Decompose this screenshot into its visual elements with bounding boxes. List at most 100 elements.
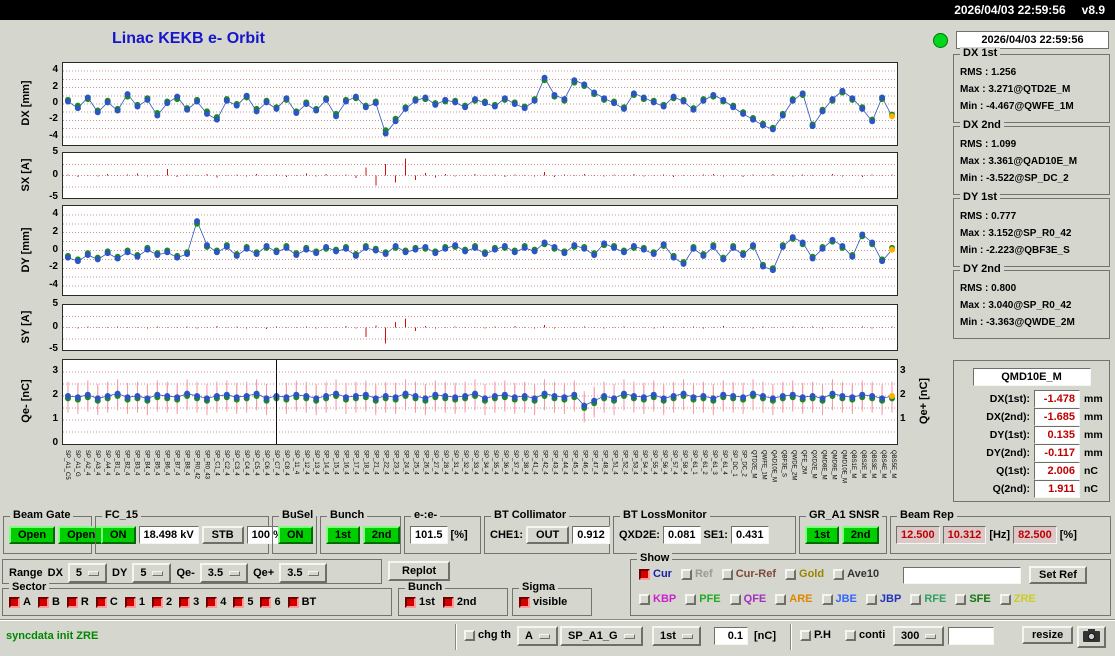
bunch-2nd-button[interactable]: 2nd — [362, 526, 401, 544]
show-toggle-are[interactable] — [775, 593, 787, 605]
fc15-stb-button[interactable]: STB — [201, 526, 244, 544]
range-qep-label: Qe+ — [253, 567, 275, 579]
bpm-label: SP_61_1 — [690, 450, 697, 475]
show-toggle-pfe[interactable] — [685, 593, 697, 605]
dx-orbit-plot[interactable] — [62, 62, 898, 146]
sector-option-menu[interactable]: A — [517, 626, 558, 646]
range-qep-select[interactable]: 3.5 — [279, 563, 328, 583]
range-dy-select[interactable]: 5 — [132, 563, 172, 583]
ph-checkbox[interactable] — [800, 629, 811, 641]
show-toggle-zre[interactable] — [999, 593, 1011, 605]
sy-steering-plot[interactable] — [62, 304, 898, 351]
stats-rms: RMS : 1.099 — [960, 139, 1017, 150]
show-group: Show Cur Ref Cur-Ref Gold Ave10 Set Ref KBP P… — [630, 552, 1111, 616]
sector-checkbox-6[interactable] — [260, 596, 272, 608]
bunch-group: Bunch 1st 2nd — [320, 509, 401, 554]
sector-label: BT — [301, 596, 317, 608]
show-toggle-ave10[interactable] — [833, 568, 845, 580]
show-label-kbp: KBP — [653, 593, 677, 605]
sector-checkbox-4[interactable] — [206, 596, 218, 608]
sector-checkbox-1[interactable] — [124, 596, 136, 608]
blank-entry[interactable] — [948, 627, 994, 645]
charge-plot[interactable] — [62, 359, 898, 445]
show-toggle-gold[interactable] — [785, 568, 797, 580]
bpm-label: SP_61_3 — [710, 450, 717, 475]
axis-tick: -4 — [49, 279, 58, 291]
snsr-2nd-button[interactable]: 2nd — [841, 526, 880, 544]
range-group: Range DX 5 DY 5 Qe- 3.5 Qe+ 3.5 — [2, 559, 382, 584]
ref-name-input[interactable] — [903, 567, 1021, 584]
qmd-row-label: DY(1st): — [989, 429, 1030, 441]
interval-option-menu[interactable]: 300 — [893, 626, 945, 646]
busel-on-button[interactable]: ON — [278, 526, 313, 544]
bpm-option-menu[interactable]: SP_A1_G — [560, 626, 643, 646]
dy-orbit-plot[interactable] — [62, 205, 898, 296]
chg-th-checkbox[interactable] — [464, 629, 475, 641]
stats-rms: RMS : 0.777 — [960, 211, 1017, 222]
axis-tick: -2 — [49, 261, 58, 273]
bpm-label: SP_43_4 — [551, 450, 558, 475]
beam-gate-open-button-1[interactable]: Open — [9, 526, 56, 544]
sector-checkbox-2[interactable] — [151, 596, 163, 608]
range-dx-label: DX — [47, 567, 63, 579]
show-label-rfe: RFE — [924, 593, 947, 605]
ee-ratio-readout: 101.5 — [410, 526, 448, 544]
sector-checkbox-3[interactable] — [179, 596, 191, 608]
bunch-checkbox-2nd[interactable] — [442, 596, 454, 608]
set-ref-button[interactable]: Set Ref — [1029, 566, 1087, 584]
show-toggle-kbp[interactable] — [639, 593, 650, 605]
show-toggle-sfe[interactable] — [955, 593, 967, 605]
bunch-option-value: 1st — [660, 630, 676, 642]
show-toggle-qfe[interactable] — [729, 593, 741, 605]
show-toggle-jbe[interactable] — [821, 593, 833, 605]
show-toggle-ref[interactable] — [680, 568, 692, 580]
resize-button[interactable]: resize — [1022, 626, 1074, 644]
replot-button[interactable]: Replot — [388, 561, 451, 581]
bunch-1st-button[interactable]: 1st — [326, 526, 360, 544]
bunch-option-menu[interactable]: 1st — [652, 626, 701, 646]
sector-checkbox-r[interactable] — [66, 596, 78, 608]
sigma-visible-checkbox[interactable] — [519, 596, 530, 608]
beam-rep-pct-unit: [%] — [1059, 529, 1077, 541]
show-toggle-cur[interactable] — [639, 568, 650, 580]
bpm-label: QWFE_1M — [760, 450, 767, 480]
gr-a1-snsr-group: GR_A1 SNSR 1st 2nd — [799, 509, 887, 554]
ph-label: P.H — [814, 629, 831, 641]
stats-min: Min : -2.223@QBF3E_S — [960, 245, 1070, 256]
range-dx-value: 5 — [75, 567, 83, 579]
beam-gate-legend: Beam Gate — [10, 509, 74, 521]
dx-axis-label: DX [mm] — [20, 80, 32, 126]
show-toggle-rfe[interactable] — [910, 593, 922, 605]
bpm-label: SP_R0_43 — [203, 450, 210, 480]
fc15-on-button[interactable]: ON — [101, 526, 136, 544]
ee-ratio-group: e-:e- 101.5 [%] — [404, 509, 481, 554]
bpm-label: SP_53_4 — [631, 450, 638, 475]
conti-checkbox[interactable] — [845, 629, 856, 641]
range-qem-value: 3.5 — [207, 567, 224, 579]
gr-a1-snsr-legend: GR_A1 SNSR — [806, 509, 883, 521]
show-toggle-jbp[interactable] — [865, 593, 877, 605]
show-toggle-cur-ref[interactable] — [721, 568, 733, 580]
bpm-name-axis: SP_A1_C5 SP_A1_G SP_A2_4 SP_A3_4 SP_A4_4 SP_B… — [62, 449, 898, 511]
sector-checkbox-b[interactable] — [37, 596, 49, 608]
screenshot-button[interactable] — [1077, 626, 1106, 648]
range-qem-select[interactable]: 3.5 — [199, 563, 249, 583]
show-label-zre: ZRE — [1013, 593, 1036, 605]
sector-checkbox-c[interactable] — [95, 596, 107, 608]
range-dx-select[interactable]: 5 — [67, 563, 108, 583]
sector-checkbox-bt[interactable] — [287, 596, 299, 608]
bpm-label: SP_61_2 — [700, 450, 707, 475]
sector-checkbox-5[interactable] — [233, 596, 245, 608]
sx-steering-plot[interactable] — [62, 152, 898, 199]
bunch-checkbox-1st[interactable] — [405, 596, 416, 608]
busel-group: BuSel ON — [272, 509, 317, 554]
snsr-1st-button[interactable]: 1st — [805, 526, 839, 544]
bpm-label: SP_61_4 — [720, 450, 727, 475]
threshold-input[interactable]: 0.1 — [714, 627, 748, 645]
bpm-label: SP_17_4 — [352, 450, 359, 475]
che1-out-button[interactable]: OUT — [526, 526, 570, 544]
chg-th-label: chg th — [478, 629, 511, 641]
show-series-row-2: KBP PFE QFE ARE JBE JBP RFE SFE ZRE — [639, 593, 1045, 605]
sector-checkbox-a[interactable] — [9, 596, 20, 608]
ee-ratio-legend: e-:e- — [411, 509, 441, 521]
